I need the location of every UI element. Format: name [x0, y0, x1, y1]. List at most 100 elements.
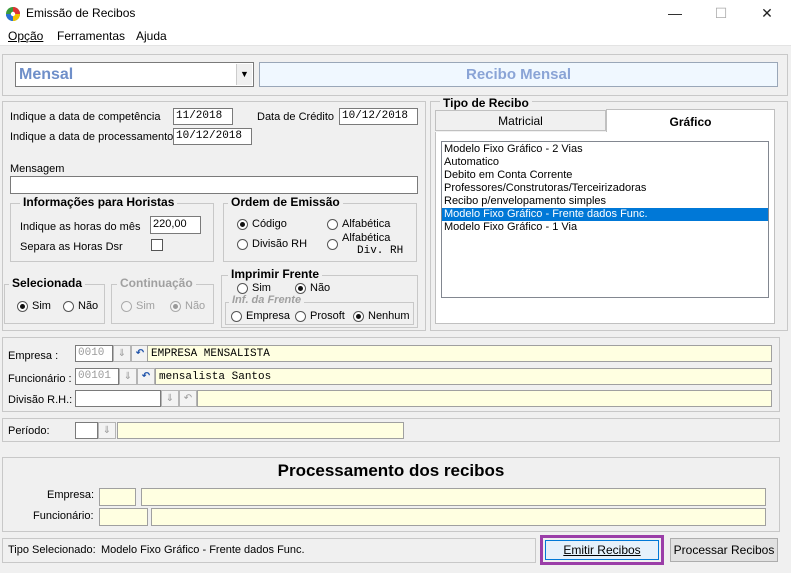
undo-icon[interactable]: ↶	[137, 368, 155, 385]
receipt-title: Recibo Mensal	[259, 62, 778, 87]
divisao-name-field[interactable]	[197, 390, 772, 407]
inf-prosoft-radio[interactable]	[295, 311, 306, 322]
download-icon[interactable]: ⇓	[119, 368, 137, 385]
horistas-title: Informações para Horistas	[20, 195, 178, 209]
message-label: Mensagem	[10, 163, 65, 175]
menu-ajuda[interactable]: Ajuda	[136, 29, 167, 43]
imprimir-sim-label: Sim	[252, 282, 271, 294]
selecionada-nao-label: Não	[78, 300, 99, 312]
status-label: Tipo Selecionado:	[8, 544, 96, 556]
empresa-name-field[interactable]: EMPRESA MENSALISTA	[147, 345, 772, 362]
list-item[interactable]: Modelo Fixo Gráfico - 1 Via	[442, 221, 768, 234]
ordem-codigo-label: Código	[252, 218, 287, 230]
selecionada-nao-radio[interactable]	[63, 301, 74, 312]
ordem-alfabetica-label: Alfabética	[342, 218, 391, 230]
empresa-code-field[interactable]: 0010	[75, 345, 113, 362]
empresa-filter-label: Empresa :	[8, 350, 59, 362]
receipt-type-select[interactable]: Mensal ▼	[15, 62, 254, 87]
inf-nenhum-label: Nenhum	[368, 310, 410, 322]
funcionario-name-field[interactable]: mensalista Santos	[155, 368, 772, 385]
continuacao-title: Continuação	[117, 276, 196, 290]
tipo-recibo-title: Tipo de Recibo	[440, 96, 532, 110]
inf-nenhum-radio[interactable]	[353, 311, 364, 322]
ordem-alfabetica-radio[interactable]	[327, 219, 338, 230]
selecionada-title: Selecionada	[9, 276, 86, 290]
receipt-model-list[interactable]: Modelo Fixo Gráfico - 2 Vias Automatico …	[441, 141, 769, 298]
chevron-down-icon[interactable]: ▼	[236, 64, 252, 85]
tab-matricial[interactable]: Matricial	[435, 110, 606, 131]
credito-field[interactable]: 10/12/2018	[339, 108, 418, 125]
imprimir-sim-radio[interactable]	[237, 283, 248, 294]
tab-grafico[interactable]: Gráfico	[606, 109, 775, 133]
receipt-type-value: Mensal	[19, 66, 74, 83]
credito-label: Data de Crédito	[257, 111, 335, 123]
minimize-button[interactable]: —	[652, 0, 698, 28]
periodo-label: Período:	[8, 425, 50, 437]
list-item[interactable]: Professores/Construtoras/Terceirizadoras	[442, 182, 768, 195]
separa-checkbox[interactable]	[151, 239, 163, 251]
ordem-divisao-radio[interactable]	[237, 239, 248, 250]
tab-grafico-label: Gráfico	[669, 115, 712, 129]
funcionario-filter-label: Funcionário :	[8, 373, 72, 385]
processing-title: Processamento dos recibos	[277, 461, 505, 480]
inf-prosoft-label: Prosoft	[310, 310, 345, 322]
ordem-alfabetica-div-radio[interactable]	[327, 239, 338, 250]
maximize-button[interactable]: ☐	[698, 0, 744, 28]
funcionario-code-field[interactable]: 00101	[75, 368, 119, 385]
list-item[interactable]: Recibo p/envelopamento simples	[442, 195, 768, 208]
continuacao-sim-radio	[121, 301, 132, 312]
periodo-code-field[interactable]	[75, 422, 98, 439]
ordem-alfabetica-div-label-1: Alfabética	[342, 232, 391, 244]
inf-empresa-label: Empresa	[246, 310, 291, 322]
imprimir-title: Imprimir Frente	[228, 267, 323, 281]
continuacao-nao-radio	[170, 301, 181, 312]
ordem-codigo-radio[interactable]	[237, 219, 248, 230]
ordem-alfabetica-div-label-2: Div. RH	[357, 245, 404, 257]
download-icon[interactable]: ⇓	[161, 390, 179, 407]
processing-empresa-label: Empresa:	[47, 489, 95, 501]
processing-empresa-code	[99, 488, 136, 506]
selecionada-sim-radio[interactable]	[17, 301, 28, 312]
continuacao-sim-label: Sim	[136, 300, 155, 312]
undo-icon[interactable]: ↶	[179, 390, 197, 407]
divisao-filter-label: Divisão R.H.:	[8, 394, 73, 406]
download-icon[interactable]: ⇓	[113, 345, 131, 362]
menu-opcao[interactable]: Opção	[8, 29, 43, 43]
ordem-title: Ordem de Emissão	[228, 195, 343, 209]
menu-ferramentas[interactable]: Ferramentas	[57, 29, 125, 43]
processing-funcionario-code	[99, 508, 148, 526]
selecionada-sim-label: Sim	[32, 300, 51, 312]
app-icon	[6, 7, 20, 21]
inf-empresa-radio[interactable]	[231, 311, 242, 322]
processar-recibos-label: Processar Recibos	[673, 543, 775, 557]
inf-frente-title: Inf. da Frente	[229, 294, 305, 306]
competencia-field[interactable]: 11/2018	[173, 108, 233, 125]
download-icon[interactable]: ⇓	[98, 422, 116, 439]
list-item[interactable]: Modelo Fixo Gráfico - 2 Vias	[442, 143, 768, 156]
emitir-recibos-button[interactable]: Emitir Recibos	[545, 540, 659, 560]
periodo-name-field[interactable]	[117, 422, 404, 439]
message-field[interactable]	[10, 176, 418, 194]
processamento-label: Indique a data de processamento	[10, 131, 174, 143]
processar-recibos-button[interactable]: Processar Recibos	[670, 538, 778, 562]
processamento-field[interactable]: 10/12/2018	[173, 128, 252, 145]
hours-field[interactable]: 220,00	[150, 216, 201, 234]
processing-empresa-name	[141, 488, 766, 506]
divisao-code-field[interactable]	[75, 390, 161, 407]
emitir-recibos-label: Emitir Recibos	[563, 543, 641, 557]
competencia-label: Indique a data de competência	[10, 111, 161, 123]
processing-funcionario-label: Funcionário:	[33, 510, 94, 522]
list-item-selected[interactable]: Modelo Fixo Gráfico - Frente dados Func.	[442, 208, 768, 221]
continuacao-nao-label: Não	[185, 300, 206, 312]
processing-funcionario-name	[151, 508, 766, 526]
list-item[interactable]: Automatico	[442, 156, 768, 169]
status-value: Modelo Fixo Gráfico - Frente dados Func.	[101, 544, 305, 556]
window-title: Emissão de Recibos	[26, 6, 136, 20]
list-item[interactable]: Debito em Conta Corrente	[442, 169, 768, 182]
imprimir-nao-label: Não	[310, 282, 331, 294]
imprimir-nao-radio[interactable]	[295, 283, 306, 294]
close-button[interactable]: ✕	[744, 0, 790, 28]
ordem-divisao-label: Divisão RH	[252, 238, 308, 250]
hours-label: Indique as horas do mês	[20, 221, 141, 233]
separa-label: Separa as Horas Dsr	[20, 241, 123, 253]
